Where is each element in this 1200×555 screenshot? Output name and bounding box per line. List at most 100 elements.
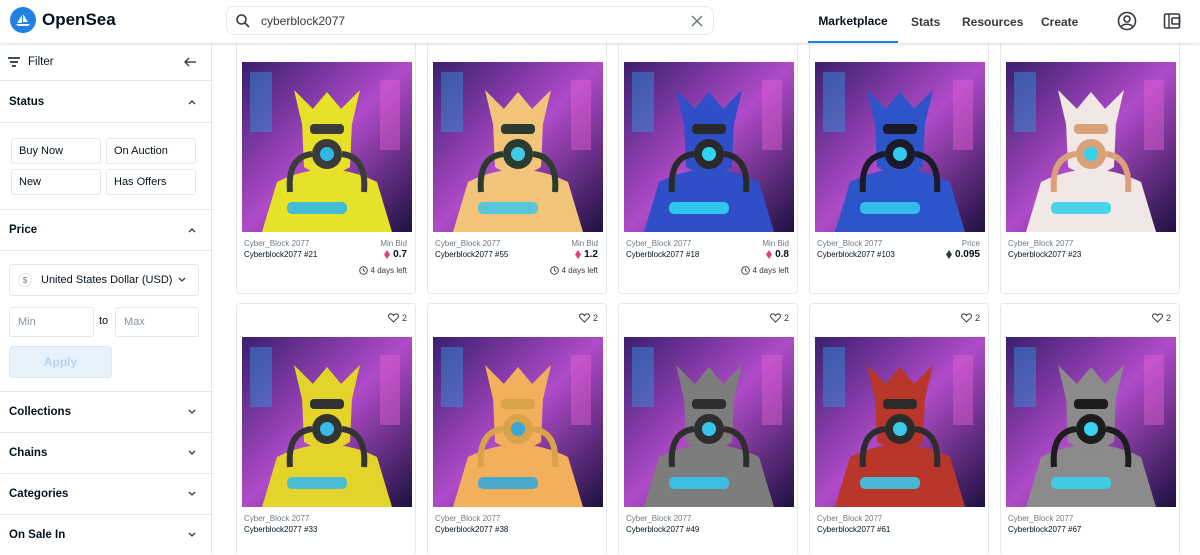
chains-section-header[interactable]: Chains	[0, 433, 211, 474]
nav-resources[interactable]: Resources	[962, 0, 1023, 43]
asset-name[interactable]: Cyberblock2077 #103	[817, 250, 895, 259]
asset-card[interactable]: 2 Cyber_Block 2077 Cyberblock2077 #49	[618, 303, 798, 554]
clock-icon	[358, 266, 368, 275]
asset-card[interactable]: Cyber_Block 2077 Cyberblock2077 #18 Min Bi…	[618, 51, 798, 294]
collection-name[interactable]: Cyber_Block 2077	[435, 239, 500, 248]
filter-lines-icon	[8, 56, 20, 67]
clear-search-icon[interactable]	[690, 14, 704, 28]
nav-create[interactable]: Create	[1041, 0, 1078, 43]
chevron-up-icon	[188, 227, 196, 232]
filter-sidebar: Filter Status Buy Now On Auction New Has…	[0, 43, 212, 554]
nft-image[interactable]	[1006, 62, 1176, 232]
apply-button[interactable]: Apply	[9, 346, 112, 378]
likes-count: 2	[974, 313, 980, 323]
favorite-button[interactable]: 2	[770, 313, 789, 323]
status-buy-now[interactable]: Buy Now	[11, 138, 101, 164]
opensea-logo[interactable]: OpenSea	[10, 7, 116, 33]
status-section-header[interactable]: Status	[0, 81, 211, 123]
on-sale-in-title: On Sale In	[9, 529, 66, 541]
asset-card[interactable]: 2 Cyber_Block 2077 Cyberblock2077 #33	[236, 303, 416, 554]
on-sale-in-section-header[interactable]: On Sale In	[0, 515, 211, 555]
collection-name[interactable]: Cyber_Block 2077	[817, 239, 882, 248]
nav-stats[interactable]: Stats	[911, 0, 940, 43]
nft-image[interactable]	[433, 337, 603, 507]
account-circle-icon[interactable]	[1117, 11, 1137, 31]
time-left: 4 days left	[740, 266, 789, 275]
search-icon	[236, 13, 250, 28]
nft-image[interactable]	[242, 337, 412, 507]
chevron-down-icon	[178, 277, 186, 282]
collection-name[interactable]: Cyber_Block 2077	[1008, 239, 1073, 248]
price-min-input[interactable]: Min	[9, 307, 94, 337]
favorite-button[interactable]: 2	[388, 313, 407, 323]
wallet-icon[interactable]	[1162, 11, 1182, 31]
collection-name[interactable]: Cyber_Block 2077	[626, 239, 691, 248]
asset-card[interactable]: Cyber_Block 2077 Cyberblock2077 #21 Min Bi…	[236, 51, 416, 294]
asset-card[interactable]: 2 Cyber_Block 2077 Cyberblock2077 #38	[427, 303, 607, 554]
nav-marketplace[interactable]: Marketplace	[808, 0, 898, 43]
chevron-down-icon	[188, 450, 196, 455]
categories-section-header[interactable]: Categories	[0, 474, 211, 515]
likes-count: 2	[592, 313, 598, 323]
time-left: 4 days left	[358, 266, 407, 275]
top-navigation-bar: OpenSea Marketplace Stats Resources Crea…	[0, 0, 1200, 43]
chevron-down-icon	[188, 491, 196, 496]
nft-image[interactable]	[624, 62, 794, 232]
price-title: Price	[9, 223, 38, 236]
nft-image[interactable]	[815, 62, 985, 232]
weth-icon	[575, 250, 582, 259]
asset-name[interactable]: Cyberblock2077 #49	[626, 525, 699, 534]
price-label: Price	[961, 239, 980, 248]
likes-count: 2	[401, 313, 407, 323]
likes-count: 2	[1165, 313, 1171, 323]
asset-card[interactable]: Cyber_Block 2077 Cyberblock2077 #23	[1000, 51, 1180, 294]
asset-card[interactable]: 2 Cyber_Block 2077 Cyberblock2077 #61	[809, 303, 989, 554]
asset-name[interactable]: Cyberblock2077 #67	[1008, 525, 1081, 534]
collections-title: Collections	[9, 405, 71, 418]
nft-image[interactable]	[433, 62, 603, 232]
categories-title: Categories	[9, 488, 69, 500]
collection-name[interactable]: Cyber_Block 2077	[244, 514, 309, 523]
favorite-button[interactable]: 2	[579, 313, 598, 323]
weth-icon	[766, 250, 773, 259]
clock-icon	[740, 266, 750, 275]
price-value: 0.095	[945, 249, 980, 260]
asset-name[interactable]: Cyberblock2077 #18	[626, 250, 699, 259]
collection-name[interactable]: Cyber_Block 2077	[244, 239, 309, 248]
nft-image[interactable]	[815, 337, 985, 507]
eth-icon	[945, 250, 952, 259]
nft-image[interactable]	[242, 62, 412, 232]
likes-count: 2	[783, 313, 789, 323]
currency-value: United States Dollar (USD)	[41, 274, 173, 286]
asset-name[interactable]: Cyberblock2077 #33	[244, 525, 317, 534]
status-has-offers[interactable]: Has Offers	[106, 169, 196, 195]
price-value: 0.8	[766, 249, 789, 260]
collection-name[interactable]: Cyber_Block 2077	[817, 514, 882, 523]
chevron-down-icon	[188, 409, 196, 414]
nft-image[interactable]	[624, 337, 794, 507]
status-on-auction[interactable]: On Auction	[106, 138, 196, 164]
collection-name[interactable]: Cyber_Block 2077	[626, 514, 691, 523]
asset-name[interactable]: Cyberblock2077 #21	[244, 250, 317, 259]
asset-name[interactable]: Cyberblock2077 #55	[435, 250, 508, 259]
price-section-header[interactable]: Price	[0, 209, 211, 251]
collections-section-header[interactable]: Collections	[0, 391, 211, 433]
collapse-arrow-left-icon[interactable]	[184, 57, 197, 67]
status-new[interactable]: New	[11, 169, 101, 195]
asset-card[interactable]: Cyber_Block 2077 Cyberblock2077 #103 Price…	[809, 51, 989, 294]
search-input[interactable]	[261, 13, 690, 28]
nft-image[interactable]	[1006, 337, 1176, 507]
price-label: Min Bid	[762, 239, 789, 248]
collection-name[interactable]: Cyber_Block 2077	[435, 514, 500, 523]
asset-card[interactable]: 2 Cyber_Block 2077 Cyberblock2077 #67	[1000, 303, 1180, 554]
favorite-button[interactable]: 2	[961, 313, 980, 323]
price-max-input[interactable]: Max	[115, 307, 199, 337]
asset-name[interactable]: Cyberblock2077 #23	[1008, 250, 1081, 259]
favorite-button[interactable]: 2	[1152, 313, 1171, 323]
collection-name[interactable]: Cyber_Block 2077	[1008, 514, 1073, 523]
filter-header[interactable]: Filter	[0, 43, 211, 81]
asset-name[interactable]: Cyberblock2077 #38	[435, 525, 508, 534]
currency-select[interactable]: $ United States Dollar (USD)	[9, 264, 199, 296]
asset-card[interactable]: Cyber_Block 2077 Cyberblock2077 #55 Min Bi…	[427, 51, 607, 294]
asset-name[interactable]: Cyberblock2077 #61	[817, 525, 890, 534]
